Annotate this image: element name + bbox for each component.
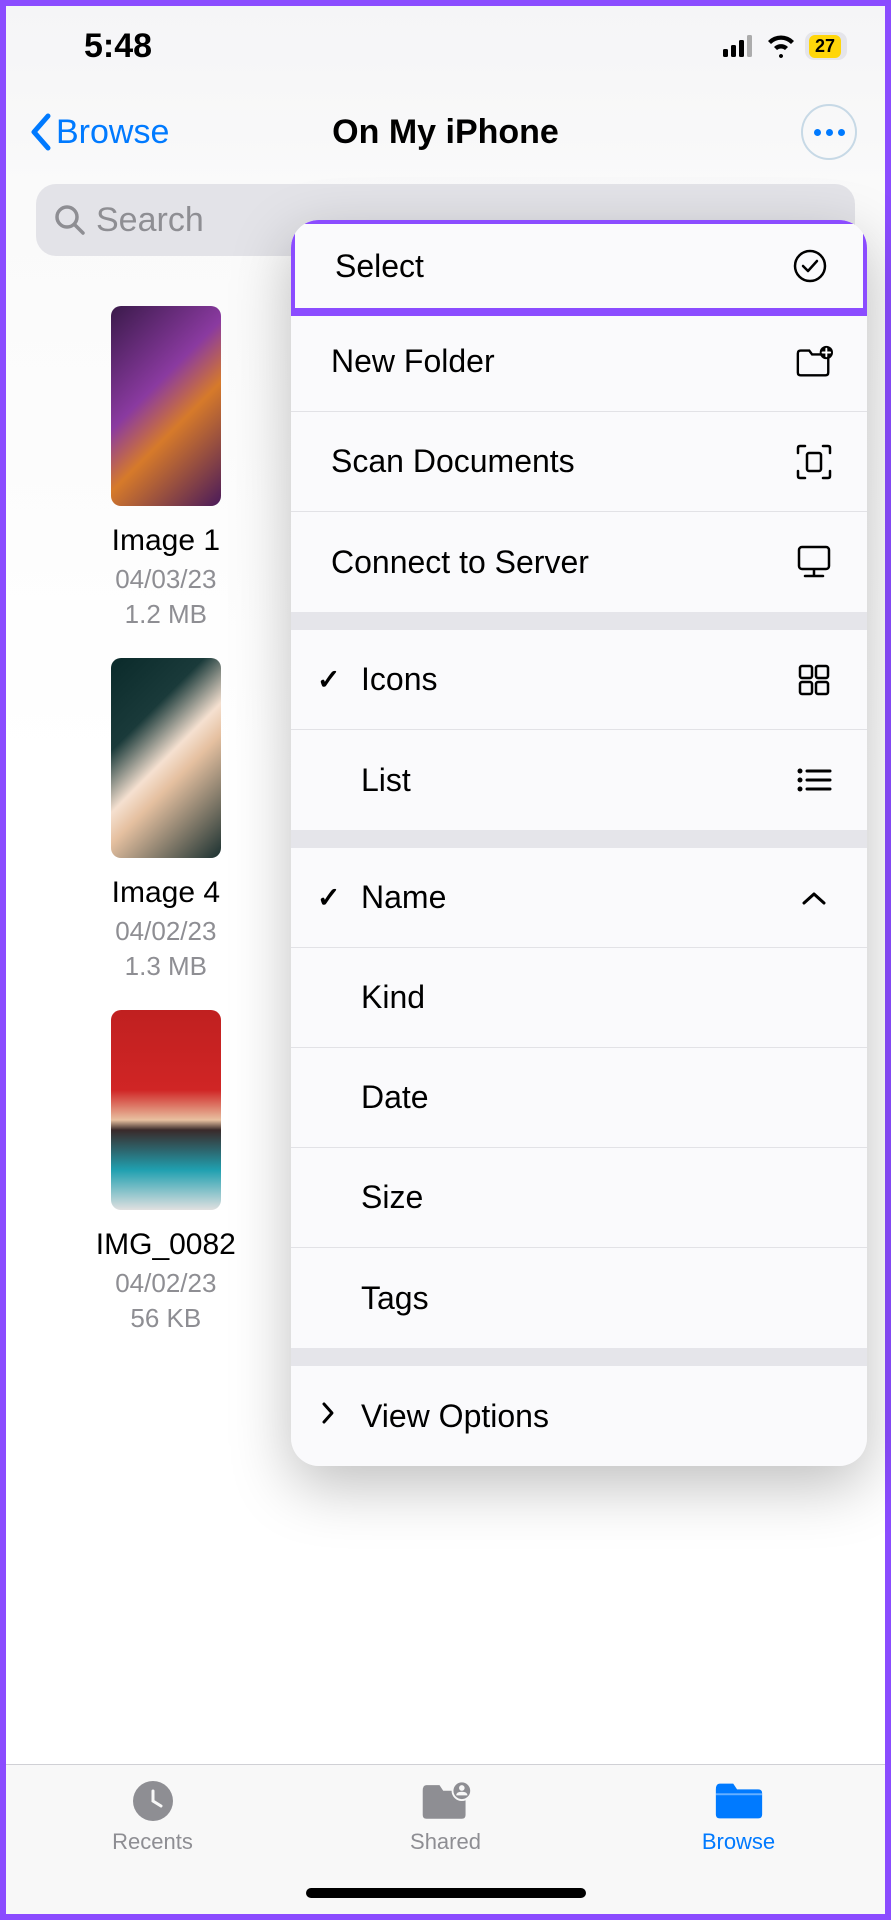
menu-label: Scan Documents bbox=[331, 443, 575, 480]
file-thumbnail bbox=[111, 1010, 221, 1210]
menu-connect-to-server[interactable]: Connect to Server bbox=[291, 512, 867, 612]
grid-icon bbox=[795, 661, 833, 699]
menu-new-folder[interactable]: New Folder bbox=[291, 312, 867, 412]
menu-sort-size[interactable]: Size bbox=[291, 1148, 867, 1248]
chevron-left-icon bbox=[28, 112, 52, 152]
status-indicators: 27 bbox=[723, 32, 847, 60]
list-icon bbox=[795, 761, 833, 799]
wifi-icon bbox=[765, 34, 797, 58]
more-options-button[interactable] bbox=[801, 104, 857, 160]
battery-level: 27 bbox=[809, 35, 841, 58]
server-icon bbox=[795, 543, 833, 581]
page-title: On My iPhone bbox=[332, 113, 559, 152]
chevron-up-icon bbox=[795, 879, 833, 917]
clock-icon bbox=[126, 1779, 180, 1823]
folder-icon bbox=[712, 1779, 766, 1823]
menu-label: View Options bbox=[361, 1398, 549, 1435]
menu-label: Date bbox=[361, 1079, 429, 1116]
menu-view-icons[interactable]: ✓ Icons bbox=[291, 630, 867, 730]
menu-select[interactable]: Select bbox=[291, 220, 867, 316]
chevron-right-icon bbox=[321, 1400, 335, 1432]
menu-label: Icons bbox=[361, 661, 437, 698]
back-button[interactable]: Browse bbox=[28, 112, 169, 152]
menu-label: Tags bbox=[361, 1280, 429, 1317]
cellular-signal-icon bbox=[723, 35, 757, 57]
home-indicator[interactable] bbox=[306, 1888, 586, 1898]
file-item[interactable]: Image 1 04/03/23 1.2 MB bbox=[36, 306, 296, 630]
menu-sort-date[interactable]: Date bbox=[291, 1048, 867, 1148]
checkmark-icon: ✓ bbox=[317, 881, 340, 914]
menu-sort-tags[interactable]: Tags bbox=[291, 1248, 867, 1348]
file-date: 04/02/23 bbox=[115, 1268, 216, 1299]
tab-label: Browse bbox=[702, 1829, 775, 1855]
back-label: Browse bbox=[56, 113, 169, 152]
tab-label: Shared bbox=[410, 1829, 481, 1855]
menu-scan-documents[interactable]: Scan Documents bbox=[291, 412, 867, 512]
tab-label: Recents bbox=[112, 1829, 193, 1855]
file-item[interactable]: Image 4 04/02/23 1.3 MB bbox=[36, 658, 296, 982]
menu-label: Select bbox=[335, 248, 424, 285]
menu-label: Size bbox=[361, 1179, 423, 1216]
menu-label: New Folder bbox=[331, 343, 495, 380]
file-size: 1.3 MB bbox=[125, 951, 207, 982]
file-date: 04/03/23 bbox=[115, 564, 216, 595]
file-thumbnail bbox=[111, 658, 221, 858]
context-menu: Select New Folder Scan Documents Connect… bbox=[291, 220, 867, 1466]
battery-indicator: 27 bbox=[805, 32, 847, 60]
ellipsis-icon bbox=[814, 129, 845, 136]
file-name: IMG_0082 bbox=[96, 1228, 236, 1262]
menu-view-list[interactable]: List bbox=[291, 730, 867, 830]
file-item[interactable]: IMG_0082 04/02/23 56 KB bbox=[36, 1010, 296, 1334]
file-size: 1.2 MB bbox=[125, 599, 207, 630]
checkmark-icon: ✓ bbox=[317, 663, 340, 696]
file-name: Image 1 bbox=[112, 524, 220, 558]
menu-label: Connect to Server bbox=[331, 544, 589, 581]
menu-label: List bbox=[361, 762, 411, 799]
folder-plus-icon bbox=[795, 343, 833, 381]
search-icon bbox=[54, 204, 86, 236]
menu-label: Name bbox=[361, 879, 446, 916]
menu-sort-name[interactable]: ✓ Name bbox=[291, 848, 867, 948]
checkmark-circle-icon bbox=[791, 247, 829, 285]
tab-browse[interactable]: Browse bbox=[649, 1779, 829, 1914]
status-time: 5:48 bbox=[84, 27, 152, 66]
menu-sort-kind[interactable]: Kind bbox=[291, 948, 867, 1048]
search-placeholder: Search bbox=[96, 201, 204, 240]
navigation-bar: Browse On My iPhone bbox=[6, 76, 885, 178]
file-size: 56 KB bbox=[130, 1303, 201, 1334]
status-bar: 5:48 27 bbox=[6, 6, 885, 76]
menu-label: Kind bbox=[361, 979, 425, 1016]
menu-view-options[interactable]: View Options bbox=[291, 1366, 867, 1466]
file-name: Image 4 bbox=[112, 876, 220, 910]
file-date: 04/02/23 bbox=[115, 916, 216, 947]
document-scan-icon bbox=[795, 443, 833, 481]
tab-recents[interactable]: Recents bbox=[63, 1779, 243, 1914]
shared-folder-icon bbox=[419, 1779, 473, 1823]
file-thumbnail bbox=[111, 306, 221, 506]
